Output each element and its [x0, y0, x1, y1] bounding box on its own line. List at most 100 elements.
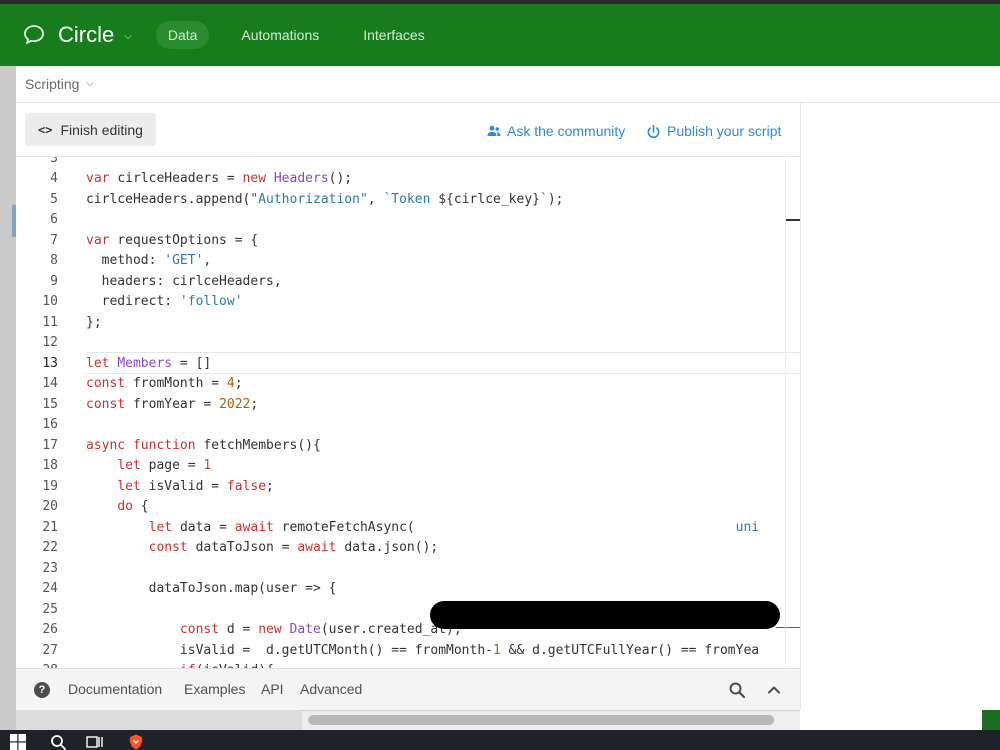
line-number: 28 [16, 661, 58, 668]
line-code: do { [86, 497, 148, 518]
editor-overview-ruler[interactable] [785, 157, 786, 668]
code-line[interactable]: 19 let isValid = false; [16, 477, 800, 498]
line-number: 26 [42, 622, 58, 637]
line-number: 18 [42, 458, 58, 473]
help-icon[interactable]: ? [34, 682, 50, 698]
line-number: 21 [42, 519, 58, 535]
code-token: await [234, 519, 282, 535]
line-number: 15 [42, 396, 58, 412]
examples-link[interactable]: Examples [184, 681, 245, 697]
current-line-highlight [86, 352, 800, 374]
code-line[interactable]: 22 const dataToJson = await data.json(); [16, 538, 800, 559]
chat-bubble-logo-icon[interactable] [22, 23, 46, 47]
code-line[interactable]: 21 let data = await remoteFetchAsync( un… [16, 518, 800, 539]
code-token: ` [539, 191, 548, 207]
code-line[interactable]: 18 let page = 1 [16, 456, 800, 477]
chevron-down-icon[interactable]: ⌵ [86, 79, 93, 89]
code-line[interactable]: 16 [16, 415, 800, 436]
task-view-icon[interactable] [86, 734, 104, 750]
code-line[interactable]: 3 [16, 157, 800, 169]
search-icon[interactable] [50, 734, 66, 750]
script-toolbar: <> Finish editing Ask the community Publ… [16, 103, 800, 157]
code-line[interactable]: 15 const fromYear = 2022; [16, 395, 800, 416]
code-line[interactable]: 27 isValid = d.getUTCMonth() == fromMont… [16, 641, 800, 662]
code-line[interactable]: 9 headers: cirlceHeaders, [16, 272, 800, 293]
search-icon[interactable] [729, 682, 746, 702]
redacted-url-blob [430, 601, 780, 629]
code-token: ${cirlce_key} [438, 191, 540, 207]
tab-data[interactable]: Data [155, 21, 210, 49]
code-token: const [148, 540, 196, 555]
panel-title[interactable]: Scripting [25, 76, 79, 92]
code-token: ; [234, 376, 243, 391]
code-token: Date [289, 622, 321, 637]
code-line[interactable]: 17 async function fetchMembers(){ [16, 436, 800, 457]
tab-interfaces[interactable]: Interfaces [351, 21, 436, 49]
code-token: "Authorization" [250, 191, 368, 207]
code-token: ); [547, 191, 564, 207]
line-code: const d = new Date(user.created_at); [86, 620, 462, 641]
ask-community-label: Ask the community [507, 123, 626, 139]
code-token: 1 [493, 642, 501, 658]
code-token: headers: cirlceHeaders, [86, 273, 282, 289]
code-line[interactable]: 28 if(isValid){ [16, 661, 800, 668]
code-line[interactable]: 6 [16, 210, 800, 231]
code-token: new [242, 171, 274, 186]
code-token: method: [86, 253, 165, 268]
tab-automations[interactable]: Automations [229, 21, 331, 49]
line-number: 10 [42, 294, 58, 309]
publish-script-link[interactable]: Publish your script [646, 123, 781, 139]
code-token: const [86, 376, 133, 391]
code-line[interactable]: 11}; [16, 313, 800, 334]
line-number: 14 [42, 376, 58, 391]
code-token: await [297, 540, 345, 555]
chevron-down-icon[interactable]: ⌵ [124, 31, 132, 42]
line-number: 11 [42, 314, 58, 330]
code-token: function [132, 437, 204, 453]
line-number: 9 [50, 273, 58, 289]
code-line[interactable]: 12 [16, 333, 800, 354]
code-line[interactable]: 5 cirlceHeaders.append("Authorization", `… [16, 190, 800, 211]
code-line[interactable]: 10 redirect: 'follow' [16, 292, 800, 313]
line-code: cirlceHeaders.append("Authorization", `T… [86, 190, 563, 211]
link-underline [776, 627, 800, 628]
line-code: dataToJson.map(user => { [86, 579, 337, 600]
line-number: 3 [50, 157, 58, 166]
advanced-link[interactable]: Advanced [300, 681, 362, 697]
code-line[interactable]: 24 dataToJson.map(user => { [16, 579, 800, 600]
ask-community-link[interactable]: Ask the community [487, 123, 625, 139]
line-number: 4 [50, 171, 58, 186]
chevron-up-icon[interactable] [767, 682, 781, 701]
line-number: 12 [42, 335, 58, 350]
code-line[interactable]: 8 method: 'GET', [16, 251, 800, 272]
api-link[interactable]: API [261, 681, 284, 697]
line-code: const fromMonth = 4; [86, 374, 243, 395]
overview-ruler-marker [786, 219, 800, 221]
line-number: 8 [50, 253, 58, 268]
code-token: , [203, 253, 212, 268]
code-line[interactable]: 4 var cirlceHeaders = new Headers(); [16, 169, 800, 190]
base-name[interactable]: Circle [58, 22, 114, 48]
code-line[interactable]: 23 [16, 559, 800, 580]
code-token: ; [250, 396, 259, 412]
code-editor[interactable]: 28 if(isValid){27 isValid = d.getUTCMont… [16, 157, 800, 668]
brave-browser-icon[interactable] [128, 734, 144, 750]
code-line[interactable]: 14 const fromMonth = 4; [16, 374, 800, 395]
code-token: let [117, 478, 149, 494]
line-code: let isValid = false; [86, 477, 274, 498]
line-number: 22 [42, 540, 58, 555]
code-token: false [226, 478, 267, 494]
line-number: 20 [42, 499, 58, 514]
horizontal-scrollbar-thumb[interactable] [308, 715, 774, 725]
windows-start-icon[interactable] [10, 734, 26, 750]
documentation-link[interactable]: Documentation [68, 681, 162, 697]
line-number: 13 [42, 355, 58, 371]
code-line[interactable]: 7 var requestOptions = { [16, 231, 800, 252]
finish-editing-button[interactable]: <> Finish editing [25, 113, 156, 146]
code-line[interactable]: 20 do { [16, 497, 800, 518]
line-number: 23 [42, 560, 58, 576]
